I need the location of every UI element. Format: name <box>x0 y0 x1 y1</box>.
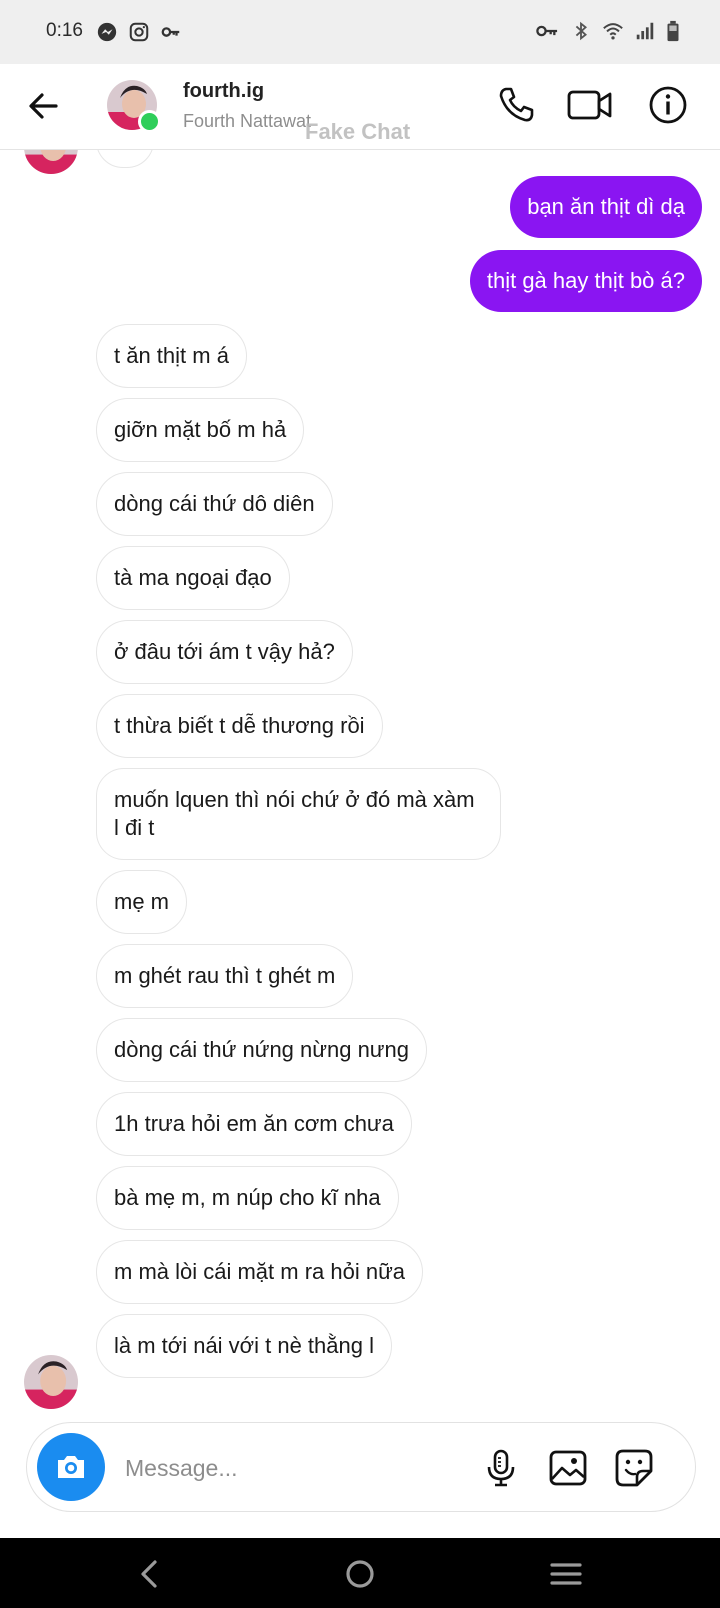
message-bubble-incoming[interactable]: m ghét rau thì t ghét m <box>96 944 354 1008</box>
watermark: Fake Chat <box>305 119 411 144</box>
chat-header: fourth.ig Fourth Nattawat Fake Chat <box>0 64 720 150</box>
message-bubble-incoming[interactable]: giỡn mặt bố m hả <box>96 398 305 462</box>
message-input[interactable] <box>123 1445 477 1491</box>
message-bubble-incoming[interactable]: t ăn thịt m á <box>96 324 247 388</box>
online-status-dot <box>138 110 161 133</box>
message-bubble-incoming[interactable]: là m tới nái với t nè thằng l <box>96 1314 392 1378</box>
message-bubble-incoming[interactable]: ở đâu tới ám t vậy hả? <box>96 620 353 684</box>
camera-button[interactable] <box>37 1433 105 1501</box>
message-bubble-incoming[interactable]: t thừa biết t dễ thương rồi <box>96 694 383 758</box>
gallery-icon[interactable] <box>547 1447 589 1489</box>
contact-subtitle: Fourth Nattawat <box>183 111 312 131</box>
message-bubble-incoming[interactable]: bà mẹ m, m núp cho kĩ nha <box>96 1166 399 1230</box>
message-bubble-incoming[interactable]: m mà lòi cái mặt m ra hỏi nữa <box>96 1240 424 1304</box>
vpn-key-icon <box>161 27 180 37</box>
bluetooth-icon <box>575 21 587 41</box>
sender-avatar[interactable] <box>24 1355 78 1409</box>
nav-back-icon[interactable] <box>130 1554 170 1594</box>
signal-icon <box>636 22 654 40</box>
status-left-icons <box>96 21 182 43</box>
status-bar: 0:16 <box>0 0 720 64</box>
message-thread[interactable]: bạn ăn thịt dì dạ thịt gà hay thịt bò á?… <box>0 150 720 1415</box>
message-composer <box>26 1422 696 1512</box>
sender-avatar[interactable] <box>24 150 78 174</box>
messenger-icon <box>97 22 117 42</box>
profile-photo <box>24 1355 78 1409</box>
message-bubble-incoming[interactable]: mẹ m <box>96 870 187 934</box>
message-bubble-incoming[interactable]: muốn lquen thì nói chứ ở đó mà xàm l đi … <box>96 768 501 860</box>
vpn-key-icon <box>536 25 558 37</box>
battery-icon <box>667 20 679 42</box>
microphone-icon[interactable] <box>480 1447 522 1489</box>
system-navigation-bar <box>0 1538 720 1608</box>
status-time: 0:16 <box>46 20 83 41</box>
nav-home-icon[interactable] <box>340 1554 380 1594</box>
info-icon[interactable] <box>646 83 690 127</box>
message-bubble-outgoing[interactable]: bạn ăn thịt dì dạ <box>510 176 702 238</box>
camera-icon <box>58 1456 84 1478</box>
contact-name[interactable]: fourth.ig <box>183 80 264 103</box>
message-bubble-outgoing[interactable]: thịt gà hay thịt bò á? <box>469 250 702 312</box>
message-bubble-incoming[interactable]: 1h trưa hỏi em ăn cơm chưa <box>96 1092 412 1156</box>
sticker-icon[interactable] <box>613 1447 655 1489</box>
message-bubble-incoming[interactable]: tà ma ngoại đạo <box>96 546 290 610</box>
message-bubble-incoming[interactable]: dòng cái thứ nứng nừng nưng <box>96 1018 428 1082</box>
clipped-message-bubble <box>96 150 154 168</box>
status-right-icons <box>534 20 680 42</box>
video-call-icon[interactable] <box>566 83 614 127</box>
back-arrow-icon[interactable] <box>24 86 64 126</box>
instagram-icon <box>129 22 149 42</box>
wifi-icon <box>603 23 623 40</box>
message-bubble-incoming[interactable]: dòng cái thứ dô diên <box>96 472 333 536</box>
phone-icon[interactable] <box>494 83 538 127</box>
nav-recents-icon[interactable] <box>546 1554 586 1594</box>
